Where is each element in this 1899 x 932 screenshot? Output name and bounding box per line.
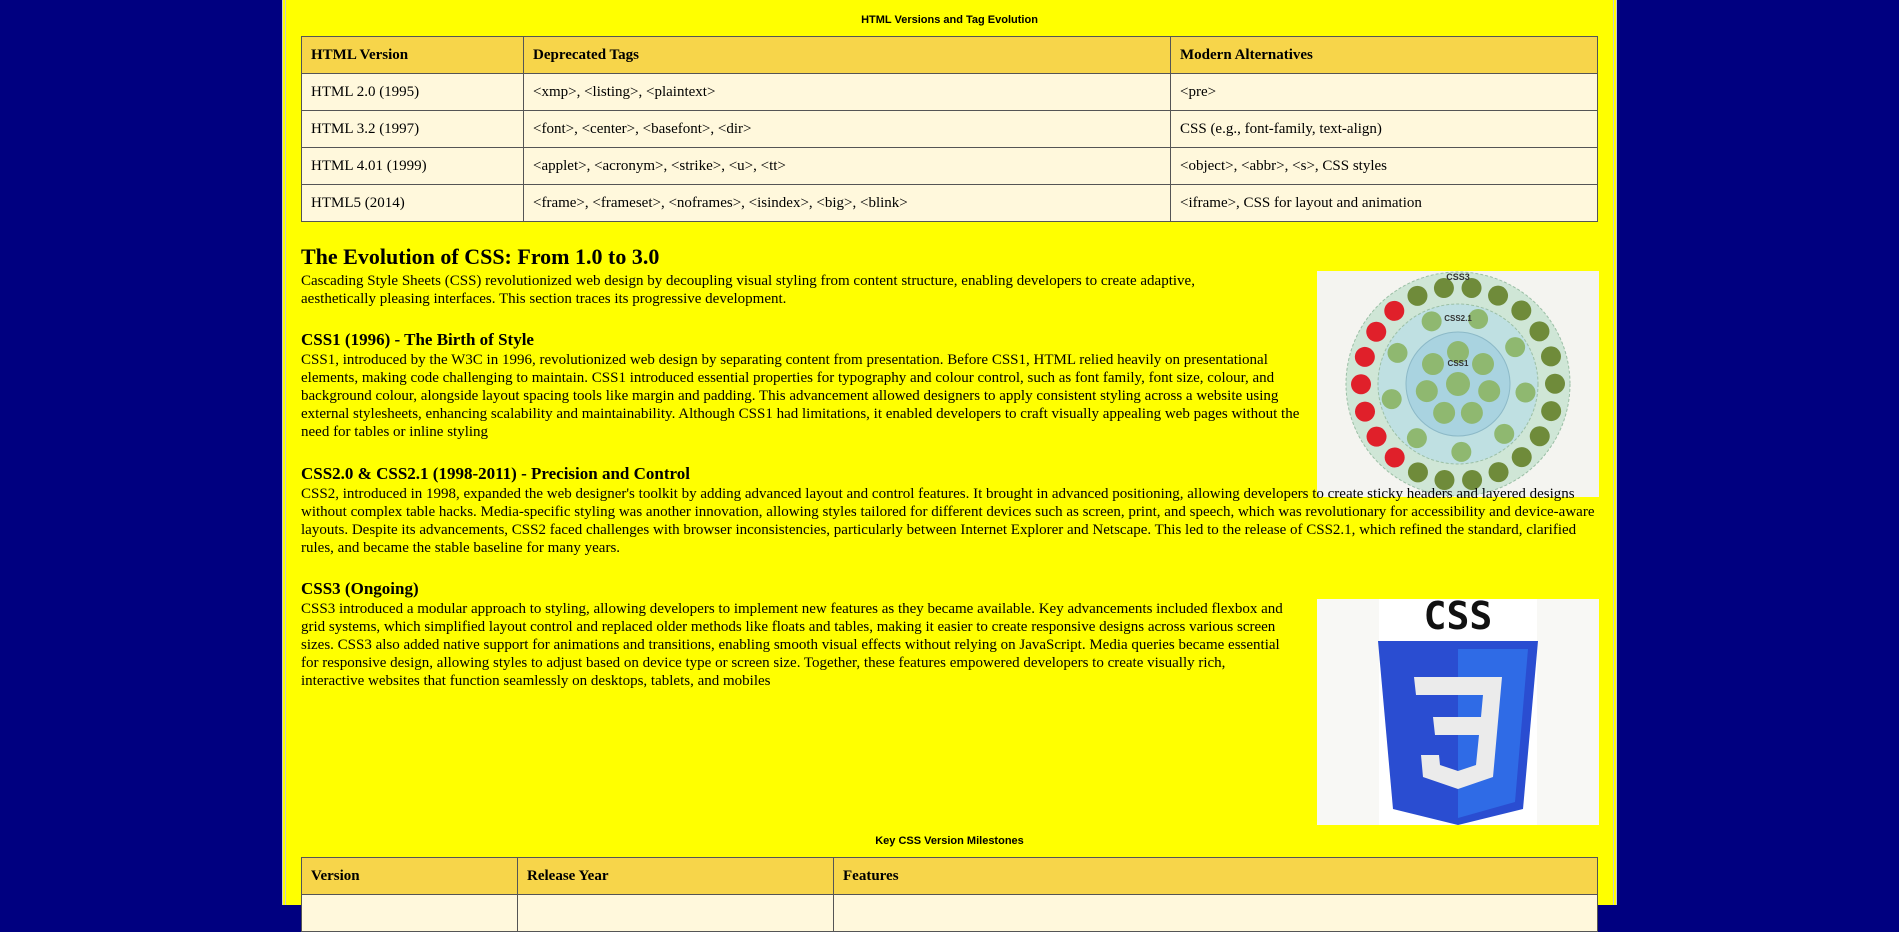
table-cell: <pre>: [1170, 73, 1598, 111]
table-cell: <applet>, <acronym>, <strike>, <u>, <tt>: [523, 147, 1171, 185]
table-cell: HTML 3.2 (1997): [301, 110, 524, 148]
diagram-node: [1433, 401, 1456, 424]
diagram-node: [1387, 342, 1408, 363]
table-row: [301, 894, 1598, 932]
css3-logo-svg: CSS: [1378, 594, 1538, 825]
css-intro-text: Cascading Style Sheets (CSS) revolutioni…: [301, 273, 1195, 307]
table-caption-html-versions: HTML Versions and Tag Evolution: [861, 14, 1038, 26]
css2-heading: CSS2.0 & CSS2.1 (1998-2011) - Precision …: [301, 464, 690, 483]
diagram-node: [1407, 285, 1428, 306]
css1-heading: CSS1 (1996) - The Birth of Style: [301, 330, 534, 349]
table-header-row: HTML Version Deprecated Tags Modern Alte…: [301, 36, 1598, 74]
table-cell: HTML 4.01 (1999): [301, 147, 524, 185]
diagram-node: [1354, 346, 1375, 367]
table-cell: CSS (e.g., font-family, text-align): [1170, 110, 1598, 148]
diagram-node: [1351, 374, 1372, 395]
diagram-node: [1407, 462, 1428, 483]
diagram-node: [1529, 426, 1550, 447]
css3-logo-text: CSS: [1424, 599, 1493, 638]
diagram-node: [1460, 401, 1483, 424]
column-header: Modern Alternatives: [1170, 36, 1598, 74]
table-cell: <frame>, <frameset>, <noframes>, <isinde…: [523, 184, 1171, 222]
css3-heading: CSS3 (Ongoing): [301, 579, 419, 598]
diagram-node: [1355, 401, 1376, 422]
diagram-node: [1421, 353, 1444, 376]
page-content: HTML Versions and Tag Evolution HTML Ver…: [282, 0, 1617, 932]
table-cell: [517, 894, 834, 932]
diagram-label-css21: CSS2.1: [1444, 314, 1472, 323]
diagram-node: [1494, 423, 1515, 444]
table-row: HTML 4.01 (1999) <applet>, <acronym>, <s…: [301, 147, 1598, 185]
table-row: HTML 2.0 (1995) <xmp>, <listing>, <plain…: [301, 73, 1598, 111]
table-cell: [301, 894, 518, 932]
diagram-core-node: [1446, 372, 1470, 396]
css-modules-diagram: CSS3 CSS2.1 CSS1: [1317, 271, 1599, 497]
diagram-node: [1478, 380, 1501, 403]
column-header: Release Year: [517, 857, 834, 895]
diagram-node: [1515, 382, 1536, 403]
html-versions-table: HTML Version Deprecated Tags Modern Alte…: [301, 36, 1598, 222]
css1-text: CSS1, introduced by the W3C in 1996, rev…: [301, 352, 1300, 440]
css3-logo-image: CSS: [1317, 594, 1599, 825]
diagram-node: [1472, 353, 1495, 376]
column-header: Deprecated Tags: [523, 36, 1171, 74]
table-cell: <xmp>, <listing>, <plaintext>: [523, 73, 1171, 111]
diagram-node: [1488, 462, 1509, 483]
table-row: HTML5 (2014) <frame>, <frameset>, <nofra…: [301, 184, 1598, 222]
diagram-node: [1384, 447, 1405, 468]
diagram-node: [1541, 401, 1562, 422]
css3-text: CSS3 introduced a modular approach to st…: [301, 601, 1283, 689]
css-modules-diagram-svg: CSS3 CSS2.1 CSS1: [1345, 271, 1571, 497]
table-cell: <iframe>, CSS for layout and animation: [1170, 184, 1598, 222]
diagram-node: [1505, 337, 1526, 358]
table-row: HTML 3.2 (1997) <font>, <center>, <basef…: [301, 110, 1598, 148]
diagram-node: [1406, 428, 1427, 449]
section-title: The Evolution of CSS: From 1.0 to 3.0: [301, 244, 660, 269]
diagram-node: [1415, 380, 1438, 403]
table-cell: HTML 2.0 (1995): [301, 73, 524, 111]
diagram-node: [1488, 285, 1509, 306]
table-cell: <object>, <abbr>, <s>, CSS styles: [1170, 147, 1598, 185]
table-cell: <font>, <center>, <basefont>, <dir>: [523, 110, 1171, 148]
table-cell: HTML5 (2014): [301, 184, 524, 222]
diagram-node: [1381, 389, 1402, 410]
diagram-node: [1421, 311, 1442, 332]
diagram-label-css3: CSS3: [1446, 272, 1470, 282]
diagram-node: [1544, 373, 1565, 394]
diagram-node: [1511, 300, 1532, 321]
column-header: Features: [833, 857, 1598, 895]
column-header: Version: [301, 857, 518, 895]
diagram-label-css1: CSS1: [1448, 359, 1469, 368]
table-header-row: Version Release Year Features: [301, 857, 1598, 895]
diagram-node: [1511, 447, 1532, 468]
diagram-node: [1529, 321, 1550, 342]
css2-text: CSS2, introduced in 1998, expanded the w…: [301, 486, 1595, 556]
css-milestones-table: Version Release Year Features: [301, 857, 1598, 932]
diagram-node: [1366, 426, 1387, 447]
diagram-node: [1451, 441, 1472, 462]
diagram-node: [1384, 300, 1405, 321]
column-header: HTML Version: [301, 36, 524, 74]
table-cell: [833, 894, 1598, 932]
diagram-node: [1366, 321, 1387, 342]
diagram-node: [1540, 346, 1561, 367]
table-caption-css-milestones: Key CSS Version Milestones: [875, 835, 1024, 847]
